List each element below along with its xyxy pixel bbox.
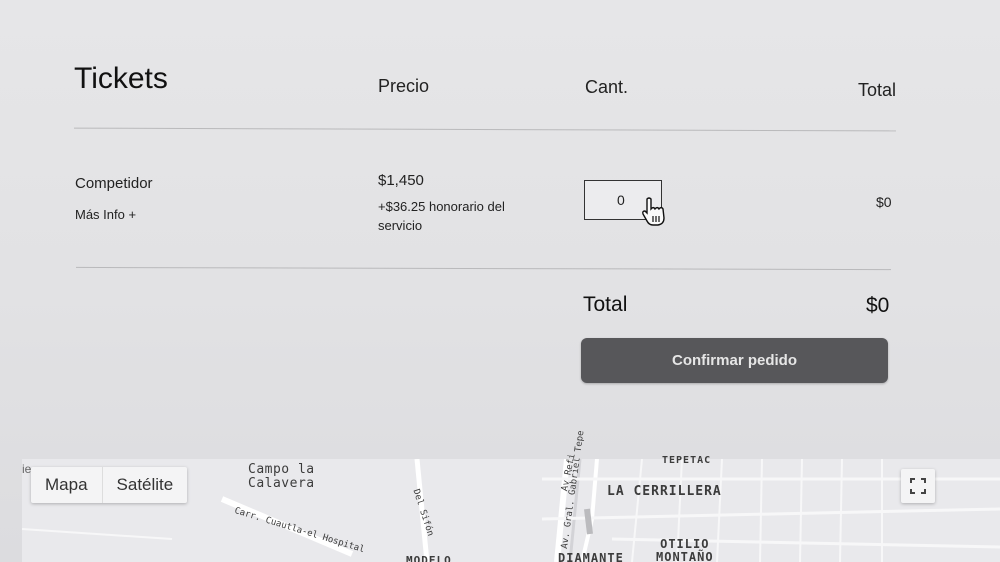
map-type-satellite-button[interactable]: Satélite — [103, 467, 188, 503]
map-label-otilio: OTILIO MONTAÑO — [656, 537, 714, 562]
order-total-value: $0 — [866, 294, 890, 317]
fullscreen-icon — [910, 478, 926, 494]
ticket-checkout-page: Tickets Precio Cant. Total Competidor Má… — [0, 0, 1000, 562]
map-type-map-button[interactable]: Mapa — [31, 467, 103, 503]
confirm-order-button[interactable]: Confirmar pedido — [581, 338, 888, 383]
more-info-link[interactable]: Más Info + — [75, 207, 136, 222]
price-column-header: Precio — [378, 76, 430, 96]
map-label-tepetac: TEPETAC — [662, 455, 712, 466]
row-divider — [76, 266, 891, 271]
map-label-diamante: DIAMANTE — [558, 551, 624, 562]
ticket-name: Competidor — [75, 175, 153, 192]
map-label-campo: Campo la Calavera — [248, 462, 315, 491]
hand-cursor-icon — [642, 197, 665, 226]
service-fee: +$36.25 honorario del servicio — [378, 199, 505, 233]
map-edge-text: ie — [22, 462, 32, 476]
total-column-header: Total — [858, 80, 897, 100]
header-divider — [74, 127, 896, 132]
tickets-heading: Tickets — [74, 62, 168, 95]
order-total-label: Total — [583, 293, 628, 316]
quantity-column-header: Cant. — [585, 77, 629, 97]
fullscreen-button[interactable] — [901, 469, 935, 503]
quantity-value: 0 — [617, 192, 625, 208]
ticket-line-total: $0 — [876, 194, 892, 210]
ticket-price: $1,450 — [378, 172, 424, 189]
map-type-control: Mapa Satélite — [31, 467, 188, 503]
map-label-modelo: MODELO — [406, 554, 452, 562]
map-label-cerrillera: LA CERRILLERA — [607, 484, 722, 499]
